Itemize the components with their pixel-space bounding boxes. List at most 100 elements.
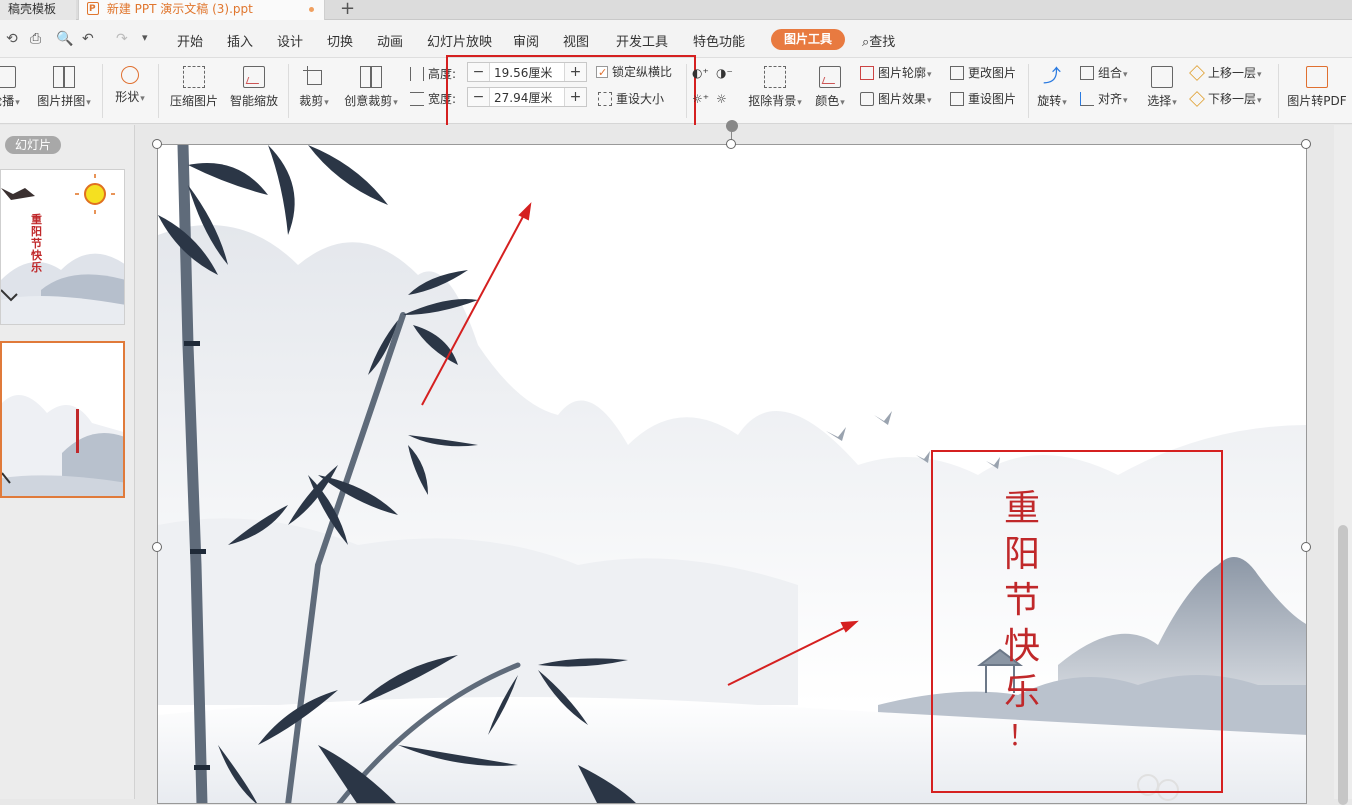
resize-handle-top-right[interactable] [1301,139,1311,149]
resize-handle-left[interactable] [152,542,162,552]
carousel-button[interactable]: 轮播 [0,66,20,109]
outline-icon [860,66,874,80]
print-icon[interactable]: ⎙ [30,31,41,47]
change-picture-icon [950,66,964,80]
group-icon [1080,66,1094,80]
scrollbar-thumb[interactable] [1338,525,1348,805]
smart-zoom-button[interactable]: 智能缩放 [228,66,280,109]
crop-button[interactable]: 裁剪 [296,66,332,109]
slide-2-preview [2,343,123,496]
send-backward-label: 下移一层 [1208,92,1257,106]
shape-button[interactable]: 形状 [112,66,148,105]
new-tab-button[interactable]: + [340,0,355,19]
menu-insert[interactable]: 插入 [227,31,253,50]
reset-picture-label: 重设图片 [968,92,1017,106]
slide-1-title: 重阳节快乐 [31,213,42,274]
remove-bg-button[interactable]: 抠除背景 [746,66,804,109]
align-label: 对齐 [1098,92,1123,106]
height-icon [410,67,424,81]
slide-thumbnail-1[interactable]: 重阳节快乐 [0,169,125,325]
creative-crop-button[interactable]: 创意裁剪 [342,66,400,109]
resize-handle-top-left[interactable] [152,139,162,149]
crop-label: 裁剪 [296,92,332,109]
color-label: 颜色 [812,92,848,109]
creative-crop-label: 创意裁剪 [342,92,400,109]
search-label: 查找 [869,35,896,50]
menu-view[interactable]: 视图 [563,31,589,50]
to-pdf-button[interactable]: 图片转PDF [1286,66,1348,109]
resize-handle-top[interactable] [726,139,736,149]
menu-slideshow[interactable]: 幻灯片放映 [427,31,492,50]
menu-animations[interactable]: 动画 [377,31,403,50]
carousel-label: 轮播 [0,92,20,109]
undo-icon[interactable]: ↶ [82,31,94,47]
smart-zoom-label: 智能缩放 [229,94,278,108]
outline-label: 图片轮廓 [878,66,927,80]
align-icon [1080,92,1094,106]
remove-bg-icon [764,66,786,88]
ppt-file-icon [87,0,99,18]
contrast-up-icon[interactable]: ◑⁻ [716,64,733,82]
tab-template[interactable]: 稿壳模板 [0,0,76,20]
width-icon [410,92,424,106]
to-pdf-label: 图片转PDF [1287,94,1347,108]
send-backward-icon [1189,91,1205,107]
bring-forward-icon [1189,65,1205,81]
ribbon-separator [102,64,103,118]
reset-picture-button[interactable]: 重设图片 [950,90,1016,108]
brightness-up-icon[interactable]: ◐⁺ [692,64,709,82]
change-picture-button[interactable]: 更改图片 [950,64,1016,82]
crop-icon [303,66,325,88]
outline-button[interactable]: 图片轮廓 [860,64,932,82]
effect-icon [860,92,874,106]
menu-developer[interactable]: 开发工具 [616,31,668,50]
collage-button[interactable]: 图片拼图 [34,66,94,109]
vertical-scrollbar[interactable] [1334,125,1352,805]
menu-picture-tools[interactable]: 图片工具 [771,29,845,50]
menu-design[interactable]: 设计 [277,31,303,50]
slide-thumbnail-panel: 幻灯片 重阳节快乐 [0,125,135,799]
color-icon [819,66,841,88]
smart-zoom-icon [243,66,265,88]
shape-label: 形状 [112,88,148,105]
contrast-down-icon[interactable]: ☼ [716,90,727,108]
ribbon-separator [1028,64,1029,118]
menu-transitions[interactable]: 切换 [327,31,353,50]
quick-access-dropdown-icon[interactable]: ▾ [142,31,148,44]
redo-icon[interactable]: ↷ [116,31,128,47]
effect-label: 图片效果 [878,92,927,106]
send-backward-button[interactable]: 下移一层 [1189,90,1262,108]
select-icon [1151,66,1173,88]
tab-current-document[interactable]: 新建 PPT 演示文稿 (3).ppt [78,0,325,20]
effect-button[interactable]: 图片效果 [860,90,932,108]
select-label: 选择 [1144,92,1180,109]
rotate-icon: ⤴ [1043,66,1061,87]
print-preview-icon[interactable]: 🔍 [56,31,73,47]
menu-review[interactable]: 审阅 [513,31,539,50]
group-button[interactable]: 组合 [1080,64,1128,82]
redo-arrow-icon[interactable]: ⟲ [6,31,18,47]
bring-forward-button[interactable]: 上移一层 [1189,64,1262,82]
select-button[interactable]: 选择 [1144,66,1180,109]
rotate-handle[interactable] [726,120,738,132]
ribbon-separator [158,64,159,118]
compress-button[interactable]: 压缩图片 [168,66,220,109]
brightness-down-icon[interactable]: ☼⁺ [692,90,709,108]
menu-bar: ⟲ ⎙ 🔍 ↶ ↷ ▾ 开始 插入 设计 切换 动画 幻灯片放映 审阅 视图 开… [0,20,1352,58]
size-group-highlight [446,55,696,128]
search-button[interactable]: ⌕查找 [862,31,895,50]
rotate-label: 旋转 [1034,92,1070,109]
rotate-button[interactable]: ⤴ 旋转 [1034,66,1070,109]
color-button[interactable]: 颜色 [812,66,848,109]
change-picture-label: 更改图片 [968,66,1017,80]
creative-crop-icon [360,66,382,88]
slide-1-preview [1,170,124,324]
shape-icon [121,66,139,84]
slides-panel-title[interactable]: 幻灯片 [5,136,61,154]
align-button[interactable]: 对齐 [1080,90,1128,108]
slide-thumbnail-2[interactable] [0,341,125,498]
tab-current-document-label: 新建 PPT 演示文稿 (3).ppt [106,2,253,16]
menu-special[interactable]: 特色功能 [693,31,745,50]
resize-handle-right[interactable] [1301,542,1311,552]
menu-home[interactable]: 开始 [177,31,203,50]
